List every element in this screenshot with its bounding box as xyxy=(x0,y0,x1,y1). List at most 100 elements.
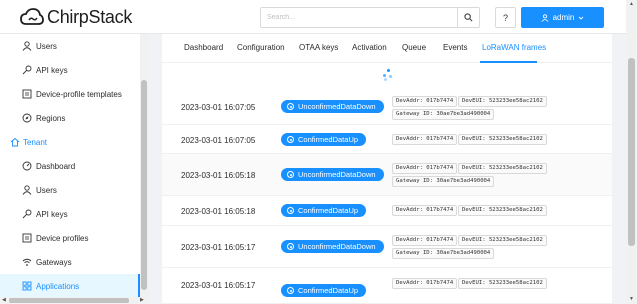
user-icon xyxy=(22,185,32,195)
tab-events[interactable]: Events xyxy=(443,43,467,52)
user-menu-button[interactable]: admin xyxy=(521,7,604,28)
sidebar-item-tenant[interactable]: Tenant xyxy=(0,130,140,154)
sidebar-item-label: Dashboard xyxy=(36,161,76,171)
frame-type-icon xyxy=(287,171,294,178)
frame-row[interactable]: 2023-03-01 16:05:18 ConfirmedDataUp DevA… xyxy=(162,196,612,226)
wifi-icon xyxy=(22,258,32,266)
search-button[interactable] xyxy=(457,8,479,27)
sidebar-item-device-profile-templates[interactable]: Device-profile templates xyxy=(0,82,140,106)
sidebar-item-device-profiles[interactable]: Device profiles xyxy=(0,226,140,250)
brand-name: ChirpStack xyxy=(47,7,133,27)
user-icon xyxy=(541,13,549,22)
sidebar-item-label: Users xyxy=(36,41,57,51)
user-name: admin xyxy=(552,13,575,22)
frame-row[interactable]: 2023-03-01 16:05:17 UnconfirmedDataDown … xyxy=(162,226,612,268)
frame-type-button[interactable]: UnconfirmedDataDown xyxy=(281,240,384,253)
search-input[interactable] xyxy=(261,8,458,27)
tab-otaa-keys[interactable]: OTAA keys xyxy=(299,43,338,52)
frame-timestamp: 2023-03-01 16:05:18 xyxy=(181,207,256,216)
sidebar-item-label: API keys xyxy=(36,209,68,219)
dev-addr-tag: DevAddr: 017b7474 xyxy=(392,96,458,107)
sidebar-item-users[interactable]: Users xyxy=(0,34,140,58)
dev-eui-tag: DevEUI: 523233ee58ac2102 xyxy=(458,278,547,289)
frame-type-button[interactable]: ConfirmedDataUp xyxy=(281,284,367,297)
dev-eui-tag: DevEUI: 523233ee58ac2102 xyxy=(458,134,547,145)
tab-configuration[interactable]: Configuration xyxy=(237,43,285,52)
sidebar-item-label: Applications xyxy=(36,281,80,291)
tab-lorawan-frames[interactable]: LoRaWAN frames xyxy=(482,43,546,52)
frame-type-label: ConfirmedDataUp xyxy=(298,206,359,215)
search-box xyxy=(260,7,480,28)
sidebar-item-gateways[interactable]: Gateways xyxy=(0,250,140,274)
frame-timestamp: 2023-03-01 16:07:05 xyxy=(181,136,256,145)
tab-dashboard[interactable]: Dashboard xyxy=(184,43,223,52)
frame-type-button[interactable]: UnconfirmedDataDown xyxy=(281,168,384,181)
sidebar-horizontal-scrollbar[interactable]: ◀ ▶ xyxy=(0,297,148,304)
sidebar-item-label: Gateways xyxy=(36,257,72,267)
help-button[interactable]: ? xyxy=(495,7,516,28)
sidebar-scrollbar[interactable] xyxy=(140,34,147,297)
chirpstack-logo[interactable]: ChirpStack xyxy=(20,7,132,28)
scroll-left-arrow-icon[interactable]: ◀ xyxy=(2,297,6,304)
sidebar-item-label: Device-profile templates xyxy=(36,89,122,99)
search-icon xyxy=(464,13,473,22)
top-header: ChirpStack ? admin xyxy=(0,0,626,34)
dev-addr-tag: DevAddr: 017b7474 xyxy=(392,134,458,145)
frame-type-icon xyxy=(287,243,294,250)
active-tab-indicator xyxy=(480,61,537,63)
dev-eui-tag: DevEUI: 523233ee58ac2102 xyxy=(458,205,547,216)
page-scrollbar[interactable]: ▲ ▼ xyxy=(626,0,637,304)
scroll-up-arrow-icon[interactable]: ▲ xyxy=(629,1,634,7)
key-icon xyxy=(22,65,32,75)
frame-type-label: UnconfirmedDataDown xyxy=(298,242,376,251)
page-scrollbar-thumb[interactable] xyxy=(628,58,635,246)
sidebar-item-users[interactable]: Users xyxy=(0,178,140,202)
profile-icon xyxy=(22,89,32,99)
sidebar-item-label: Users xyxy=(36,185,57,195)
sidebar-item-dashboard[interactable]: Dashboard xyxy=(0,154,140,178)
sidebar-item-applications[interactable]: Applications xyxy=(0,274,140,297)
frame-row[interactable]: 2023-03-01 16:05:18 UnconfirmedDataDown … xyxy=(162,154,612,196)
sidebar-item-api-keys[interactable]: API keys xyxy=(0,58,140,82)
frame-type-button[interactable]: UnconfirmedDataDown xyxy=(281,100,384,113)
sidebar-item-label: Tenant xyxy=(23,137,48,147)
loading-spinner-icon xyxy=(383,69,395,81)
sidebar-item-label: API keys xyxy=(36,65,68,75)
dev-addr-tag: DevAddr: 017b7474 xyxy=(392,278,458,289)
sidebar-scrollbar-thumb[interactable] xyxy=(141,80,147,290)
scroll-down-arrow-icon[interactable]: ▼ xyxy=(629,296,634,302)
key-icon xyxy=(22,209,32,219)
frame-timestamp: 2023-03-01 16:05:17 xyxy=(181,243,256,252)
sidebar-item-label: Device profiles xyxy=(36,233,89,243)
frame-type-icon xyxy=(287,287,294,294)
gateway-id-tag: Gateway ID: 30ae7be3ad490004 xyxy=(392,109,495,120)
device-frames-panel: Dashboard Configuration OTAA keys Activa… xyxy=(162,34,612,304)
tab-activation[interactable]: Activation xyxy=(352,43,387,52)
frame-row[interactable]: 2023-03-01 16:07:05 UnconfirmedDataDown … xyxy=(162,88,612,125)
frame-type-icon xyxy=(287,207,294,214)
sidebar-item-api-keys[interactable]: API keys xyxy=(0,202,140,226)
gateway-id-tag: Gateway ID: 30ae7be3ad490004 xyxy=(392,176,495,187)
sidebar-item-regions[interactable]: Regions xyxy=(0,106,140,130)
frame-timestamp: 2023-03-01 16:05:17 xyxy=(181,281,256,290)
device-tabs: Dashboard Configuration OTAA keys Activa… xyxy=(162,34,612,63)
user-icon xyxy=(22,41,32,51)
chirpstack-logo-icon xyxy=(20,7,44,25)
help-label: ? xyxy=(502,12,508,23)
frame-row[interactable]: 2023-03-01 16:05:17 ConfirmedDataUp DevA… xyxy=(162,268,612,304)
horizontal-scrollbar-thumb[interactable] xyxy=(9,298,129,303)
frame-type-label: UnconfirmedDataDown xyxy=(298,102,376,111)
dev-eui-tag: DevEUI: 523233ee58ac2102 xyxy=(458,235,547,246)
sidebar: Users API keys Device-profile templates … xyxy=(0,34,148,297)
scroll-right-arrow-icon[interactable]: ▶ xyxy=(140,297,144,304)
frame-type-button[interactable]: ConfirmedDataUp xyxy=(281,133,367,146)
tab-queue[interactable]: Queue xyxy=(402,43,426,52)
frame-row[interactable]: 2023-03-01 16:07:05 ConfirmedDataUp DevA… xyxy=(162,125,612,154)
frame-type-icon xyxy=(287,136,294,143)
appstore-icon xyxy=(22,281,32,291)
dev-eui-tag: DevEUI: 523233ee58ac2102 xyxy=(458,163,547,174)
profile-icon xyxy=(22,233,32,243)
frame-type-label: ConfirmedDataUp xyxy=(298,286,359,295)
frame-type-button[interactable]: ConfirmedDataUp xyxy=(281,204,367,217)
dashboard-icon xyxy=(22,161,32,171)
